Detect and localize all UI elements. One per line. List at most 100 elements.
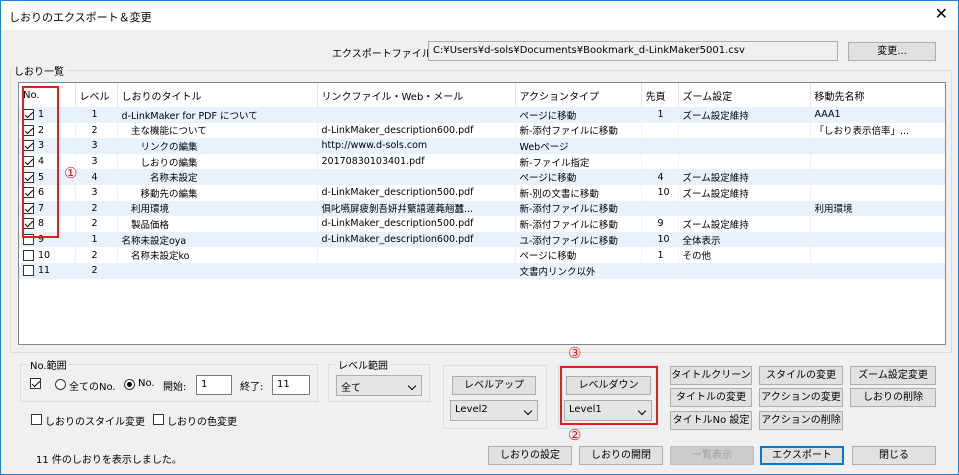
start-label: 開始: [163, 382, 187, 393]
level-up-button[interactable]: レベルアップ [452, 376, 536, 395]
action-delete-button[interactable]: アクションの削除 [759, 411, 843, 430]
export-file-path: C:¥Users¥d-sols¥Documents¥Bookmark_d-Lin… [428, 41, 838, 61]
table-row[interactable]: 33 リンクの編集 http://www.d-sols.com Webページ [19, 138, 945, 154]
title-change-button[interactable]: タイトルの変更 [670, 388, 752, 407]
cell-level: 1 [75, 107, 118, 123]
status-text: 11 件のしおりを表示しました。 [36, 455, 182, 466]
window-title: しおりのエクスポート＆変更 [9, 11, 152, 24]
cell-title: 製品価格 [117, 216, 318, 232]
export-button[interactable]: エクスポート [760, 446, 844, 465]
cell-zoom [678, 153, 811, 170]
zoom-change-button[interactable]: ズーム設定変更 [850, 366, 936, 385]
column-header[interactable]: 先頁 [641, 83, 679, 107]
cell-level: 2 [75, 122, 118, 139]
bookmark-list-label: しおり一覧 [12, 63, 66, 78]
style-change-button[interactable]: スタイルの変更 [759, 366, 843, 385]
cell-zoom: その他 [678, 247, 811, 263]
no-radio[interactable] [124, 379, 135, 390]
no-range-checkbox[interactable] [30, 378, 41, 389]
all-no-label: 全てのNo. [69, 382, 116, 393]
column-header[interactable]: ズーム設定 [678, 83, 811, 107]
cell-link: 俱叱嚥屏疲剝吾妍幷蘩譆蘧蕘翹蠶... [317, 200, 516, 217]
cell-action: ページに移動 [515, 107, 642, 123]
cell-page [641, 262, 679, 279]
marker-3: ③ [568, 344, 582, 362]
row-number: 10 [38, 249, 51, 261]
change-file-button[interactable]: 変更... [848, 42, 936, 61]
cell-page: 10 [641, 231, 679, 248]
title-clean-button[interactable]: タイトルクリーン [670, 366, 752, 385]
start-input[interactable]: 1 [196, 375, 232, 395]
column-header[interactable]: アクションタイプ [515, 83, 642, 107]
cell-action: ページに移動 [515, 247, 642, 263]
close-button[interactable]: 閉じる [852, 446, 936, 465]
cell-level: 2 [75, 262, 118, 279]
cell-link: d-LinkMaker_description500.pdf [317, 216, 516, 232]
bookmark-settings-button[interactable]: しおりの設定 [488, 446, 572, 465]
table-row[interactable]: 9 1 名称未設定oya d-LinkMaker_description600.pdf… [19, 231, 945, 248]
cell-zoom: ズーム設定維持 [678, 107, 811, 123]
cell-page [641, 138, 679, 154]
cell-title: しおりの編集 [117, 153, 318, 170]
cell-title: リンクの編集 [117, 138, 318, 154]
table-row[interactable]: 43 しおりの編集 20170830103401.pdf 新-ファイル指定 [19, 153, 945, 170]
no-range-label: No.範囲 [28, 357, 69, 372]
cell-page [641, 153, 679, 170]
column-header[interactable]: しおりのタイトル [117, 83, 318, 107]
bookmark-open-close-button[interactable]: しおりの開閉 [579, 446, 663, 465]
cell-page: 9 [641, 216, 679, 232]
cell-level: 1 [75, 231, 118, 248]
cell-dest [810, 184, 945, 201]
title-no-button[interactable]: タイトルNo 設定 [670, 411, 752, 430]
chevron-down-icon [407, 381, 417, 391]
table-row[interactable]: 22 主な機能について d-LinkMaker_description600.pd… [19, 122, 945, 139]
table-row[interactable]: 10 2 名称未設定ko ページに移動 1 その他 [19, 247, 945, 263]
bookmark-list[interactable]: No. レベル しおりのタイトル リンクファイル・Web・メール アクションタイプ 先頁ズ… [18, 82, 946, 345]
cell-link: d-LinkMaker_description600.pdf [317, 122, 516, 139]
table-row[interactable]: 11 2 文書内リンク以外 [19, 262, 945, 279]
cell-title [117, 262, 318, 279]
cell-action: 新-別の文書に移動 [515, 184, 642, 201]
column-header[interactable]: レベル [75, 83, 118, 107]
all-no-radio[interactable] [55, 379, 66, 390]
cell-link: d-LinkMaker_description500.pdf [317, 184, 516, 201]
color-change-checkbox[interactable] [153, 414, 164, 425]
close-icon[interactable]: ✕ [935, 6, 948, 22]
style-change-checkbox[interactable] [31, 414, 42, 425]
cell-action: Webページ [515, 138, 642, 154]
cell-title: 移動先の編集 [117, 184, 318, 201]
cell-zoom [678, 262, 811, 279]
cell-dest [810, 169, 945, 185]
level-range-select[interactable]: 全て [336, 375, 422, 396]
level-up-value: Level2 [455, 404, 488, 415]
end-input[interactable]: 11 [272, 375, 310, 395]
cell-level: 3 [75, 184, 118, 201]
marker-2: ② [568, 426, 582, 444]
table-row[interactable]: 54 名称未設定 ページに移動 4 ズーム設定維持 [19, 169, 945, 185]
list-view-button[interactable]: 一覧表示 [670, 446, 754, 465]
cell-zoom: ズーム設定維持 [678, 216, 811, 232]
cell-link [317, 107, 516, 123]
level-up-select[interactable]: Level2 [450, 400, 538, 421]
row-checkbox[interactable] [23, 265, 34, 277]
level-range-label: レベル範囲 [336, 357, 390, 372]
action-change-button[interactable]: アクションの変更 [759, 388, 843, 407]
row-no-cell: 11 [19, 262, 76, 279]
table-row[interactable]: 63 移動先の編集 d-LinkMaker_description500.pdf 新… [19, 184, 945, 201]
cell-dest [810, 247, 945, 263]
table-row[interactable]: 1 1 d-LinkMaker for PDF について ページに移動 1 ズーム設定維持… [19, 107, 945, 123]
cell-dest [810, 216, 945, 232]
column-header[interactable]: 移動先名称 [810, 83, 945, 107]
cell-page: 1 [641, 107, 679, 123]
row-checkbox[interactable] [23, 249, 34, 261]
cell-title: 利用環境 [117, 200, 318, 217]
cell-zoom: ズーム設定維持 [678, 184, 811, 201]
table-row[interactable]: 82 製品価格 d-LinkMaker_description500.pdf 新-添… [19, 216, 945, 232]
column-header[interactable]: リンクファイル・Web・メール [317, 83, 516, 107]
cell-level: 3 [75, 153, 118, 170]
title-bar: しおりのエクスポート＆変更 ✕ [0, 0, 959, 30]
delete-bookmark-button[interactable]: しおりの削除 [850, 388, 936, 407]
table-row[interactable]: 72 利用環境 俱叱嚥屏疲剝吾妍幷蘩譆蘧蕘翹蠶... 新-添付ファイルに移動 利用環境 [19, 200, 945, 217]
no-label: No. [138, 378, 155, 389]
cell-title: d-LinkMaker for PDF について [117, 107, 318, 123]
